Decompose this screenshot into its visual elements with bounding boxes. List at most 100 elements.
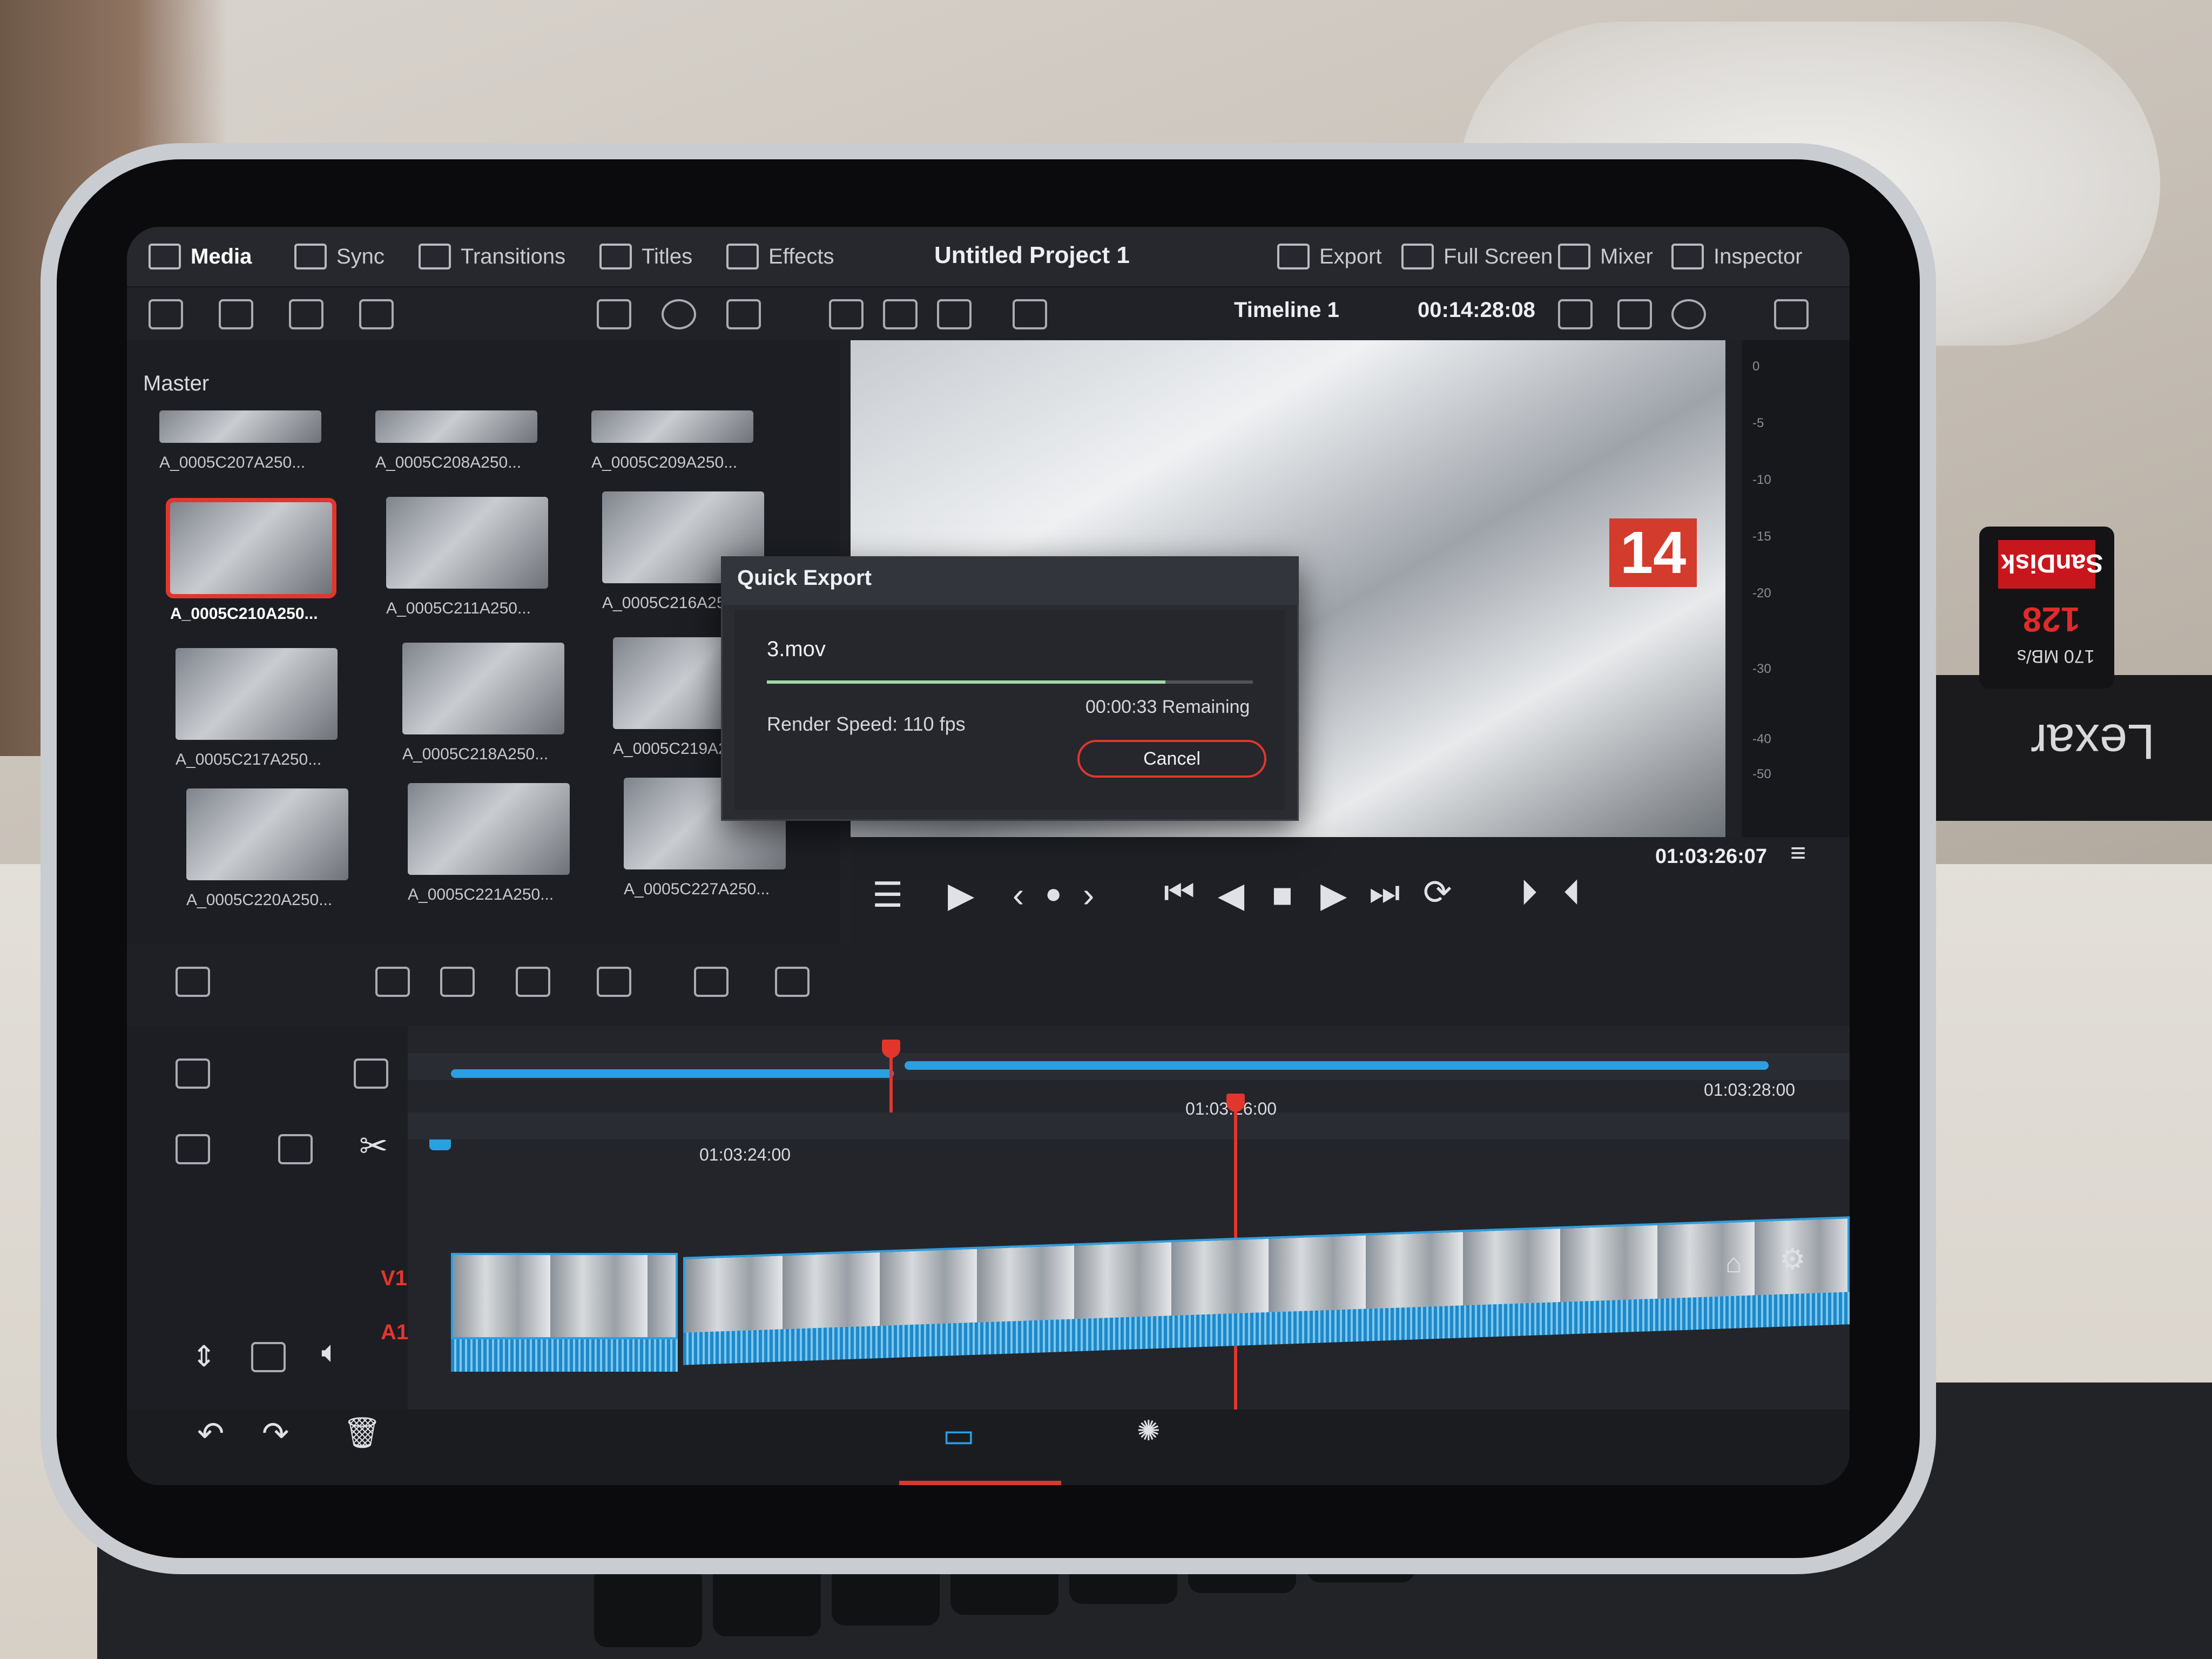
cancel-button[interactable]: Cancel: [1077, 740, 1266, 778]
timeline-ruler[interactable]: [408, 1112, 1850, 1139]
timeline-view-icon[interactable]: [937, 299, 972, 329]
viewer-car-number: 14: [1609, 518, 1697, 587]
smart-insert-icon[interactable]: [375, 967, 410, 997]
titles-icon: [599, 244, 632, 269]
meter-label: 0: [1752, 359, 1760, 374]
clip-thumbnail[interactable]: [159, 410, 321, 443]
trash-icon[interactable]: 🗑︎: [343, 1415, 381, 1451]
home-icon[interactable]: ⌂: [1725, 1247, 1742, 1279]
tab-label: Inspector: [1714, 244, 1803, 268]
import-media-icon[interactable]: [219, 299, 253, 329]
clip-thumbnail[interactable]: [186, 788, 348, 880]
timeline-clip[interactable]: [451, 1253, 678, 1339]
render-speed: Render Speed: 110 fps: [767, 713, 966, 735]
prev-edit-icon[interactable]: ‹: [1013, 875, 1024, 915]
tab-label: Media: [191, 244, 252, 268]
place-on-top-icon[interactable]: [694, 967, 729, 997]
menu-icon[interactable]: ≡: [1790, 837, 1806, 868]
redo-icon[interactable]: ↷: [262, 1415, 289, 1453]
safe-area-icon[interactable]: [1617, 299, 1652, 329]
unlink-icon[interactable]: [359, 299, 394, 329]
meter-label: -5: [1752, 416, 1764, 430]
track-label-audio: A1: [381, 1320, 409, 1344]
source-overwrite-icon[interactable]: [775, 967, 810, 997]
color-page-icon[interactable]: ✺: [1137, 1415, 1161, 1447]
next-edit-icon[interactable]: ›: [1083, 875, 1094, 915]
export-icon: [1277, 244, 1310, 269]
split-clip-icon[interactable]: [176, 1134, 210, 1164]
clip-thumbnail[interactable]: [402, 643, 564, 734]
undo-icon[interactable]: ↶: [197, 1415, 224, 1453]
timeline-playhead-handle[interactable]: [1226, 1094, 1245, 1112]
close-up-icon[interactable]: [597, 967, 631, 997]
clip-settings-icon[interactable]: ☰: [872, 875, 903, 915]
inspector-icon: [1671, 244, 1704, 269]
inspector-button[interactable]: Inspector: [1671, 238, 1803, 275]
media-icon: [149, 244, 181, 269]
viewer-mode-icon[interactable]: [829, 299, 864, 329]
relink-icon[interactable]: [289, 299, 323, 329]
player-timecode: 01:03:26:07: [1655, 845, 1768, 868]
cut-page-icon[interactable]: ▭: [942, 1415, 975, 1455]
speaker-icon[interactable]: 🔈︎: [321, 1334, 340, 1370]
layout-icon[interactable]: [1013, 299, 1047, 329]
fullscreen-icon: [1401, 244, 1434, 269]
skip-to-end-icon[interactable]: ⏭: [1369, 872, 1400, 913]
lock-icon[interactable]: [251, 1342, 286, 1372]
tab-effects[interactable]: Effects: [726, 238, 834, 275]
fullscreen-button[interactable]: Full Screen: [1401, 238, 1553, 275]
grid-view-icon[interactable]: [597, 299, 631, 329]
append-icon[interactable]: [440, 967, 475, 997]
trim-icon[interactable]: [176, 1058, 210, 1089]
timeline-name[interactable]: Timeline 1: [1234, 298, 1339, 322]
slip-icon[interactable]: [278, 1134, 313, 1164]
clip-thumbnail[interactable]: [591, 410, 753, 443]
sidebar-toggle-icon[interactable]: [149, 299, 183, 329]
track-height-icon[interactable]: ⇕: [192, 1339, 216, 1373]
mark-out-icon[interactable]: ⏴: [1563, 872, 1581, 913]
play-to-timeline-icon[interactable]: ▶: [948, 875, 974, 915]
zoom-icon[interactable]: [354, 1058, 388, 1089]
play-icon[interactable]: ▶: [1320, 875, 1347, 915]
stop-icon[interactable]: ■: [1272, 875, 1293, 915]
clip-thumbnail-selected[interactable]: [166, 498, 336, 598]
ripple-overwrite-icon[interactable]: [516, 967, 550, 997]
clip-thumbnail[interactable]: [408, 783, 570, 875]
audio-link-icon[interactable]: [176, 967, 210, 997]
loop-icon[interactable]: ⟳: [1423, 872, 1452, 913]
sort-icon[interactable]: [726, 299, 761, 329]
clip-thumbnail[interactable]: [386, 497, 548, 589]
volume-icon[interactable]: [1774, 299, 1809, 329]
overview-clip-segment: [451, 1069, 894, 1078]
tab-label: Sync: [336, 244, 385, 268]
timeline-timecode: 00:14:28:08: [1418, 298, 1535, 322]
clip-thumbnail[interactable]: [176, 648, 338, 740]
overview-clip-segment: [905, 1061, 1769, 1070]
export-button[interactable]: Export: [1277, 238, 1382, 275]
page-switcher-bar: [127, 1410, 1850, 1485]
scissors-icon[interactable]: ✂: [359, 1126, 388, 1166]
media-pool-title: Master: [143, 372, 210, 395]
skip-to-start-icon[interactable]: ⏮: [1164, 872, 1195, 913]
clip-label: A_0005C221A250...: [408, 886, 554, 903]
audio-waveform[interactable]: [451, 1339, 678, 1372]
settings-gear-icon[interactable]: ⚙: [1779, 1242, 1805, 1276]
tab-sync[interactable]: Sync: [294, 238, 385, 275]
mark-in-icon[interactable]: ⏵: [1520, 872, 1537, 913]
search-icon[interactable]: [662, 299, 696, 329]
clip-label: A_0005C209A250...: [591, 454, 738, 471]
clip-label: A_0005C208A250...: [375, 454, 522, 471]
source-tape-icon[interactable]: [883, 299, 918, 329]
tab-label: Transitions: [461, 244, 566, 268]
color-wheel-icon[interactable]: [1671, 299, 1706, 329]
hd-settings-icon[interactable]: [1558, 299, 1593, 329]
tab-transitions[interactable]: Transitions: [419, 238, 565, 275]
tab-titles[interactable]: Titles: [599, 238, 692, 275]
clip-thumbnail[interactable]: [375, 410, 537, 443]
effects-icon: [726, 244, 759, 269]
mixer-button[interactable]: Mixer: [1558, 238, 1653, 275]
step-back-icon[interactable]: ◀: [1218, 875, 1244, 915]
record-dot-icon[interactable]: ●: [1045, 878, 1062, 910]
overview-playhead-handle[interactable]: [882, 1040, 900, 1058]
tab-media[interactable]: Media: [149, 238, 252, 275]
